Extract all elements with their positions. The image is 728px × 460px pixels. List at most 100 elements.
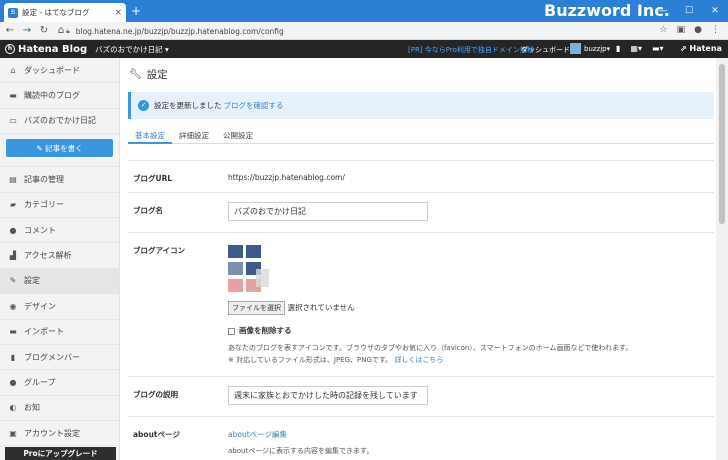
sidebar-item-label: カテゴリー bbox=[24, 200, 64, 210]
file-status: 選択されていません bbox=[287, 303, 355, 312]
list-icon: ▤ bbox=[9, 174, 17, 184]
blog-icon: ▭ bbox=[9, 116, 17, 126]
view-blog-link[interactable]: ブログを確認する bbox=[224, 100, 284, 111]
sidebar-item-blog[interactable]: ▭ バズのおでかけ日記 bbox=[0, 109, 119, 135]
header-icons: ▮ ▦▾ ▬▾ bbox=[616, 44, 664, 53]
forward-icon[interactable]: → bbox=[20, 25, 34, 36]
tab-advanced[interactable]: 詳細設定 bbox=[172, 130, 216, 144]
sidebar-item-design[interactable]: ◉ デザイン bbox=[0, 294, 119, 320]
blog-name-label: ブログ名 bbox=[133, 206, 163, 215]
notice-icon: ◐ bbox=[9, 403, 17, 413]
tab-publish[interactable]: 公開設定 bbox=[216, 130, 260, 144]
browser-titlebar: B 設定 - はてなブログ × + Buzzword Inc. — ☐ ✕ bbox=[0, 0, 728, 22]
blog-description-input[interactable]: 週末に家族とおでかけした時の記録を残しています bbox=[228, 386, 428, 405]
caret-down-icon: ▾ bbox=[165, 44, 169, 54]
sidebar-item-subscriptions[interactable]: ▬ 購読中のブログ bbox=[0, 83, 119, 109]
edit-icon: ✎ bbox=[36, 143, 46, 153]
sidebar-item-analytics[interactable]: ▟ アクセス解析 bbox=[0, 243, 119, 269]
sidebar-item-comments[interactable]: ● コメント bbox=[0, 218, 119, 244]
blog-icon-help: あなたのブログを表すアイコンです。ブラウザのタブやお気に入り（favicon）、… bbox=[228, 344, 633, 352]
maximize-button[interactable]: ☐ bbox=[676, 0, 702, 22]
sidebar-item-label: バズのおでかけ日記 bbox=[24, 116, 96, 126]
delete-image-checkbox[interactable] bbox=[228, 327, 235, 335]
row-about-page: aboutページ aboutページ編集 aboutページに表示する内容を編集でき… bbox=[128, 416, 714, 460]
close-window-button[interactable]: ✕ bbox=[702, 0, 728, 22]
formats-details-link[interactable]: 詳しくはこちら bbox=[394, 356, 443, 364]
sidebar-item-label: デザイン bbox=[24, 301, 56, 311]
about-page-help: aboutページに表示する内容を編集できます。 bbox=[228, 447, 374, 455]
caret-down-icon: ▾ bbox=[606, 44, 611, 53]
scrollbar-thumb[interactable] bbox=[719, 64, 725, 224]
hatena-blog-logo[interactable]: h Hatena Blog bbox=[5, 44, 87, 55]
new-tab-button[interactable]: + bbox=[131, 4, 141, 18]
sidebar-item-members[interactable]: ▮ ブログメンバー bbox=[0, 345, 119, 371]
url-text: blog.hatena.ne.jp/buzzjp/buzzjp.hatenabl… bbox=[75, 26, 284, 36]
reload-icon[interactable]: ↻ bbox=[37, 25, 51, 36]
check-icon: ✓ bbox=[138, 100, 149, 111]
comment-icon: ● bbox=[9, 225, 17, 235]
hatena-link[interactable]: ⇗ Hatena bbox=[680, 44, 722, 53]
sidebar: ⌂ ダッシュボード ▬ 購読中のブログ ▭ バズのおでかけ日記 ✎ 記事を書く … bbox=[0, 58, 120, 460]
write-button-wrap: ✎ 記事を書く bbox=[0, 139, 119, 168]
sidebar-item-label: 購読中のブログ bbox=[24, 91, 80, 101]
user-menu[interactable]: buzzjp ▾ bbox=[570, 43, 610, 54]
extension-icon[interactable]: ▣ bbox=[677, 25, 686, 35]
pro-upgrade-button[interactable]: Proにアップグレード bbox=[5, 447, 116, 460]
blog-icon-formats: ※ 対応しているファイル形式は、JPEG、PNGです。 詳しくはこちら bbox=[228, 355, 443, 365]
sidebar-item-label: アカウント設定 bbox=[24, 428, 80, 438]
design-icon: ◉ bbox=[9, 301, 17, 311]
back-icon[interactable]: ← bbox=[3, 25, 17, 36]
browser-tab[interactable]: B 設定 - はてなブログ × bbox=[4, 3, 126, 22]
hatena-header: h Hatena Blog バズのおでかけ日記 ▾ [PR] 今ならPro利用で… bbox=[0, 40, 728, 58]
bookmark-icon[interactable]: ▮ bbox=[616, 44, 620, 53]
file-picker: ファイルを選択 選択されていません bbox=[228, 301, 355, 315]
pro-promo-link[interactable]: [PR] 今ならPro利用で独自ドメイン無料 bbox=[408, 45, 534, 55]
hatena-favicon-icon: B bbox=[8, 7, 18, 18]
page-title-text: 設定 bbox=[146, 69, 168, 81]
members-icon: ▮ bbox=[10, 352, 16, 362]
blog-url-value: https://buzzjp.hatenablog.com/ bbox=[228, 173, 345, 182]
choose-file-button[interactable]: ファイルを選択 bbox=[228, 301, 285, 315]
sidebar-item-account[interactable]: ▣ アカウント設定 bbox=[0, 421, 119, 447]
minimize-button[interactable]: — bbox=[650, 0, 676, 22]
write-article-button[interactable]: ✎ 記事を書く bbox=[6, 139, 113, 158]
account-icon: ▣ bbox=[9, 428, 17, 438]
blog-url-label: ブログURL bbox=[133, 174, 173, 183]
sidebar-item-label: ダッシュボード bbox=[24, 65, 80, 75]
sidebar-item-label: 設定 bbox=[24, 276, 40, 286]
bookmark-star-icon[interactable]: ☆ bbox=[660, 25, 668, 35]
blog-selector[interactable]: バズのおでかけ日記 ▾ bbox=[95, 44, 169, 55]
logo-text: Hatena Blog bbox=[18, 43, 88, 55]
about-page-edit-link[interactable]: aboutページ編集 bbox=[228, 429, 287, 440]
tab-basic[interactable]: 基本設定 bbox=[128, 130, 172, 144]
avatar bbox=[570, 43, 581, 54]
dashboard-link[interactable]: ダッシュボード bbox=[521, 45, 570, 55]
tab-close-icon[interactable]: × bbox=[114, 8, 122, 18]
sidebar-item-label: 記事の管理 bbox=[24, 174, 64, 184]
sidebar-item-articles[interactable]: ▤ 記事の管理 bbox=[0, 167, 119, 193]
window-controls: — ☐ ✕ bbox=[650, 0, 728, 22]
sidebar-item-label: インポート bbox=[24, 327, 64, 337]
apps-grid-icon[interactable]: ▦▾ bbox=[630, 44, 642, 53]
menu-icon[interactable]: ⋮ bbox=[711, 25, 720, 35]
hatena-logo-icon: h bbox=[5, 44, 15, 54]
scrollbar[interactable] bbox=[716, 58, 728, 460]
sidebar-item-import[interactable]: ▬ インポート bbox=[0, 320, 119, 345]
blog-name-input[interactable]: バズのおでかけ日記 bbox=[228, 202, 428, 221]
tab-title: 設定 - はてなブログ bbox=[22, 8, 90, 17]
folder-icon: ▰ bbox=[9, 200, 17, 210]
url-field[interactable]: 🔒︎ blog.hatena.ne.jp/buzzjp/buzzjp.haten… bbox=[66, 24, 666, 38]
wrench-icon: ✎ bbox=[9, 276, 17, 286]
message-icon[interactable]: ▬▾ bbox=[652, 44, 664, 53]
profile-icon[interactable]: ● bbox=[694, 25, 702, 35]
sidebar-item-categories[interactable]: ▰ カテゴリー bbox=[0, 193, 119, 218]
home-icon: ⌂ bbox=[10, 65, 16, 75]
sidebar-item-settings[interactable]: ✎ 設定 bbox=[0, 268, 119, 295]
sidebar-item-group[interactable]: ● グループ bbox=[0, 370, 119, 396]
sidebar-item-dashboard[interactable]: ⌂ ダッシュボード bbox=[0, 58, 119, 84]
about-page-label: aboutページ bbox=[133, 430, 180, 439]
wrench-icon: 🔧︎ bbox=[129, 69, 142, 80]
chart-icon: ▟ bbox=[9, 251, 17, 261]
sidebar-item-notice[interactable]: ◐ お知 bbox=[0, 396, 119, 422]
delete-image-option[interactable]: 画像を削除する bbox=[228, 325, 292, 336]
